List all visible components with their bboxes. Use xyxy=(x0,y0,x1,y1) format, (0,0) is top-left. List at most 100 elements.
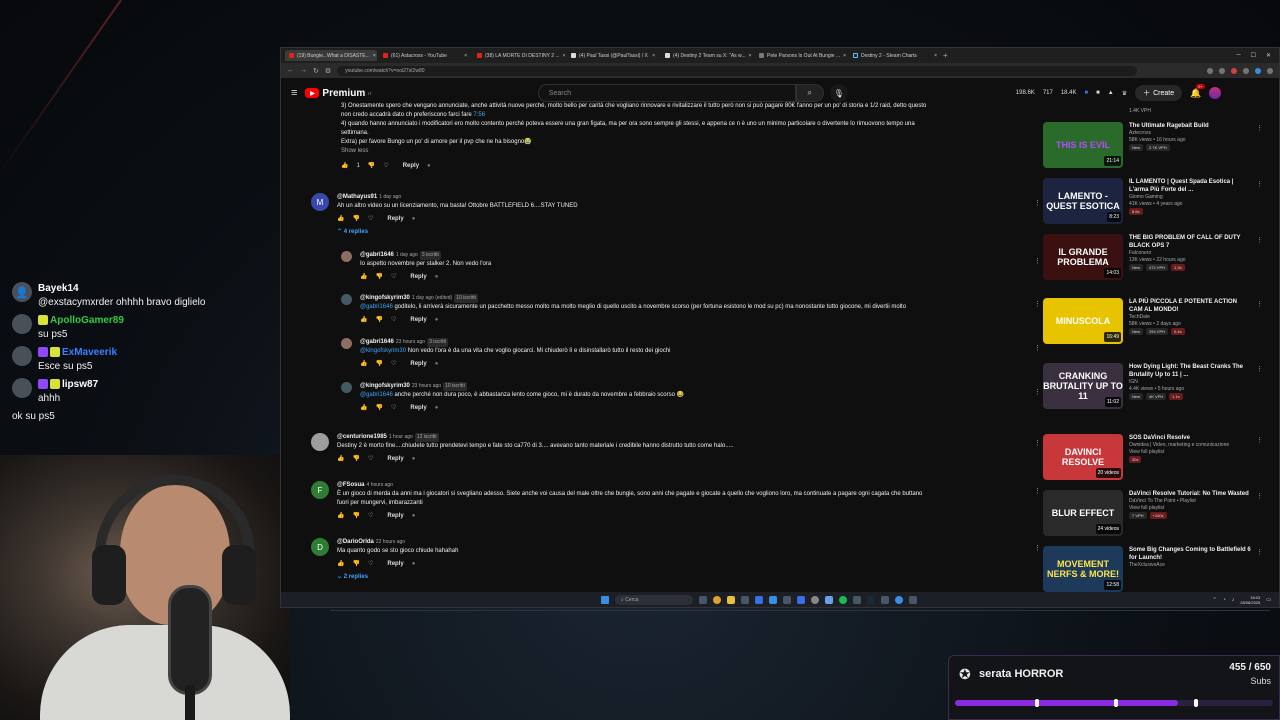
video-title[interactable]: THE BIG PROBLEM OF CALL OF DUTY BLACK OP… xyxy=(1129,234,1251,250)
comment-author[interactable]: @DarioOrlda xyxy=(337,539,374,545)
search-input[interactable]: Search xyxy=(537,84,796,102)
commenter-avatar[interactable] xyxy=(341,251,352,262)
commenter-avatar[interactable] xyxy=(341,338,352,349)
comment-time[interactable]: 23 hours ago xyxy=(396,339,425,345)
heart-icon[interactable]: ♡ xyxy=(368,455,373,462)
reply-button[interactable]: Reply xyxy=(387,216,403,222)
notifications-bell-icon[interactable]: 🔔 9+ xyxy=(1190,83,1205,99)
new-tab-button[interactable]: + xyxy=(943,51,948,60)
like-icon[interactable]: 👍 xyxy=(337,560,344,567)
heart-icon[interactable]: ♡ xyxy=(368,215,373,222)
minimize-icon[interactable]: ─ xyxy=(1236,52,1240,59)
close-icon[interactable]: ✕ xyxy=(1266,52,1271,59)
extension-icon[interactable] xyxy=(1243,67,1249,74)
comment-time[interactable]: 23 hours ago xyxy=(412,383,441,389)
comment-time[interactable]: 4 hours ago xyxy=(367,482,393,488)
replies-toggle[interactable]: ⌃ 4 replies xyxy=(337,228,578,235)
close-tab-icon[interactable]: × xyxy=(563,53,565,59)
like-icon[interactable]: 👍 xyxy=(360,360,367,367)
chat-username[interactable]: ExMaveerik xyxy=(38,346,117,360)
reply-button[interactable]: Reply xyxy=(387,513,403,519)
video-thumbnail[interactable]: THIS IS EVIL 21:14 xyxy=(1043,122,1123,168)
more-options-icon[interactable]: ⋮ xyxy=(1256,236,1263,244)
more-options-icon[interactable]: ⋮ xyxy=(1256,180,1263,188)
more-options-icon[interactable]: ⋮ xyxy=(1256,492,1263,500)
commenter-avatar[interactable] xyxy=(341,294,352,305)
dislike-icon[interactable]: 👎 xyxy=(352,560,359,567)
extension-icon[interactable]: ■ xyxy=(1085,90,1089,96)
reply-button[interactable]: Reply xyxy=(403,163,419,169)
comment-time[interactable]: 1 day ago xyxy=(396,252,418,258)
close-tab-icon[interactable]: × xyxy=(464,53,467,59)
reply-button[interactable]: Reply xyxy=(387,456,403,462)
related-video[interactable]: IL GRANDE PROBLEMA 14:03 THE BIG PROBLEM O… xyxy=(1043,234,1263,280)
app-icon[interactable] xyxy=(741,595,749,604)
channel-name[interactable]: IGN xyxy=(1129,379,1251,386)
more-options-icon[interactable]: ⋮ xyxy=(1256,300,1263,308)
related-video[interactable]: DAVINCI RESOLVE 20 videos SOS DaVinci Reso… xyxy=(1043,434,1263,480)
dislike-icon[interactable]: 👎 xyxy=(375,404,382,411)
forward-icon[interactable]: → xyxy=(300,67,307,74)
comment-author[interactable]: @gabri1646 xyxy=(360,252,394,258)
heart-icon[interactable]: ♡ xyxy=(391,316,396,323)
comment-time[interactable]: 1 day ago (edited) xyxy=(412,295,452,301)
dislike-icon[interactable]: 👎 xyxy=(352,455,359,462)
youtube-logo[interactable]: ▶ Premium IT xyxy=(305,88,372,99)
heart-icon[interactable]: ♡ xyxy=(391,360,396,367)
chevron-up-icon[interactable]: ⌃ xyxy=(1213,597,1217,603)
video-thumbnail[interactable]: MOVEMENT NERFS & MORE! 12:58 xyxy=(1043,546,1123,592)
show-less-link[interactable]: Show less xyxy=(341,147,1031,156)
extension-icon[interactable] xyxy=(1207,67,1213,74)
windows-start-icon[interactable] xyxy=(601,595,609,604)
comment-author[interactable]: @kingofskyrim30 xyxy=(360,295,410,301)
mention-link[interactable]: @gabri1646 xyxy=(360,392,393,398)
app-icon[interactable] xyxy=(867,595,875,604)
channel-name[interactable]: Giomo Gaming xyxy=(1129,194,1251,201)
network-icon[interactable]: ◔ xyxy=(1223,597,1226,603)
more-options-icon[interactable]: ⋮ xyxy=(1034,388,1041,396)
close-tab-icon[interactable]: × xyxy=(652,53,655,59)
create-button[interactable]: ＋ Create xyxy=(1135,85,1183,101)
extension-icon[interactable] xyxy=(1231,67,1237,74)
heart-icon[interactable]: ♡ xyxy=(383,162,388,169)
comment-time[interactable]: 1 day ago xyxy=(379,194,401,200)
comment-author[interactable]: @kingofskyrim30 xyxy=(360,383,410,389)
dislike-icon[interactable]: 👎 xyxy=(375,316,382,323)
app-icon[interactable] xyxy=(895,595,903,604)
more-options-icon[interactable]: ⋮ xyxy=(1034,300,1041,308)
commenter-avatar[interactable] xyxy=(341,382,352,393)
video-thumbnail[interactable]: BLUR EFFECT 24 videos xyxy=(1043,490,1123,536)
browser-tab[interactable]: (4) Destiny 2 Team su X: "As w... × xyxy=(661,50,753,61)
related-video[interactable]: MOVEMENT NERFS & MORE! 12:58 Some Big Chan… xyxy=(1043,546,1263,592)
notifications-icon[interactable]: ▭ xyxy=(1266,597,1271,603)
close-tab-icon[interactable]: × xyxy=(934,53,937,59)
app-icon[interactable] xyxy=(769,595,777,604)
heart-icon[interactable]: ♡ xyxy=(368,560,373,567)
video-thumbnail[interactable]: LAMENTO - QUEST ESOTICA 8:23 xyxy=(1043,178,1123,224)
browser-tab[interactable]: (38) LA MORTE DI DESTINY 2 ...× xyxy=(473,50,565,61)
site-info-icon[interactable]: ⚙ xyxy=(325,67,331,75)
more-options-icon[interactable]: ⋮ xyxy=(1034,199,1041,207)
app-icon[interactable] xyxy=(755,595,763,604)
search-icon[interactable]: ⌕ xyxy=(795,84,824,102)
more-options-icon[interactable]: ⋮ xyxy=(1034,544,1041,552)
mic-icon[interactable]: 🎙 xyxy=(829,84,848,102)
app-icon[interactable] xyxy=(797,595,805,604)
reply-button[interactable]: Reply xyxy=(410,317,426,323)
app-icon[interactable] xyxy=(909,595,917,604)
extension-icon[interactable] xyxy=(1219,67,1225,74)
timestamp-link[interactable]: 7:56 xyxy=(473,112,485,118)
channel-name[interactable]: Ownidea | Video, marketing e comunicazio… xyxy=(1129,442,1229,449)
browser-tab[interactable]: (19) Bungie...What a DISASTE... × xyxy=(285,50,377,61)
reload-icon[interactable]: ↻ xyxy=(313,67,319,75)
app-icon[interactable] xyxy=(881,595,889,604)
more-options-icon[interactable]: ⋮ xyxy=(1034,344,1041,352)
channel-name[interactable]: DaVinci To The Point • Playlist xyxy=(1129,498,1249,505)
commenter-avatar[interactable] xyxy=(311,433,329,451)
channel-name[interactable]: Aztecross xyxy=(1129,130,1209,137)
close-tab-icon[interactable]: × xyxy=(749,53,752,59)
video-thumbnail[interactable]: IL GRANDE PROBLEMA 14:03 xyxy=(1043,234,1123,280)
comment-author[interactable]: @Mathayus91 xyxy=(337,194,377,200)
dislike-icon[interactable]: 👎 xyxy=(368,162,375,169)
obs-icon[interactable] xyxy=(811,595,819,604)
